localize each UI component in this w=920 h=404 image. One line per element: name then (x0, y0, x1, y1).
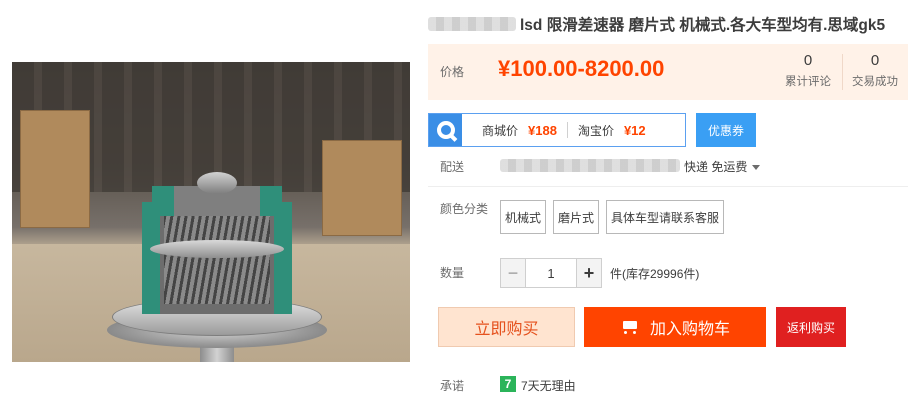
price-compare-box[interactable]: 商城价 ¥188 淘宝价 ¥12 (428, 113, 686, 147)
reviews-count: 0 (803, 52, 813, 69)
stock-info: 件(库存29996件) (610, 267, 700, 281)
product-image (12, 62, 410, 362)
promise-text[interactable]: 7天无理由 (521, 377, 576, 394)
chevron-down-icon (752, 165, 761, 171)
price-value: ¥100.00-8200.00 (498, 56, 665, 81)
option-friction-plate[interactable]: 磨片式 (553, 200, 599, 234)
product-title: lsd 限滑差速器 磨片式 机械式.各大车型均有.思域gk5 (520, 17, 886, 34)
blurred-text (428, 17, 516, 31)
add-to-cart-button[interactable]: 加入购物车 (584, 307, 766, 347)
taobao-price-label: 淘宝价 (577, 123, 614, 138)
gear-shaft (197, 172, 237, 194)
reviews-label: 累计评论 (785, 76, 831, 88)
shipping-method[interactable]: 快递 免运费 (684, 158, 761, 175)
price-panel: 价格 ¥100.00-8200.00 0 累计评论 0 交易成功 (428, 44, 908, 100)
increase-button[interactable]: + (576, 258, 602, 288)
quantity-label: 数量 (440, 266, 465, 280)
gear-stem (200, 346, 234, 362)
background-box (20, 110, 90, 228)
option-contact-service[interactable]: 具体车型请联系客服 (606, 200, 724, 234)
taobao-price: ¥12 (623, 122, 646, 138)
cart-icon (620, 319, 640, 335)
buy-now-button[interactable]: 立即购买 (438, 307, 575, 347)
shipping-method-text: 快递 免运费 (684, 160, 748, 174)
add-to-cart-label: 加入购物车 (649, 321, 730, 338)
quantity-stepper: − 1 + (500, 258, 602, 288)
mall-price-label: 商城价 (482, 123, 519, 138)
option-mechanical[interactable]: 机械式 (500, 200, 546, 234)
price-label: 价格 (440, 65, 465, 79)
mall-price: ¥188 (528, 122, 557, 138)
sales-stat: 0 交易成功 (843, 52, 907, 89)
coupon-button[interactable]: 优惠券 (696, 113, 756, 147)
background-box (322, 140, 402, 236)
promise-label: 承诺 (440, 379, 465, 393)
section-divider (428, 186, 908, 187)
blurred-address (500, 159, 680, 172)
shipping-label: 配送 (440, 160, 465, 174)
search-icon (429, 114, 462, 146)
product-title-row: lsd 限滑差速器 磨片式 机械式.各大车型均有.思域gk5 (428, 12, 885, 36)
sales-count: 0 (870, 52, 880, 69)
reviews-stat[interactable]: 0 累计评论 (776, 52, 840, 89)
rebate-buy-button[interactable]: 返利购买 (776, 307, 846, 347)
compare-divider (566, 122, 568, 138)
gear-ring (150, 240, 284, 258)
seven-day-return-icon: 7 (500, 376, 516, 392)
decrease-button[interactable]: − (500, 258, 526, 288)
color-category-label: 颜色分类 (440, 202, 489, 216)
sales-label: 交易成功 (852, 76, 898, 88)
quantity-input[interactable]: 1 (526, 258, 576, 288)
gear-teeth (164, 212, 270, 304)
